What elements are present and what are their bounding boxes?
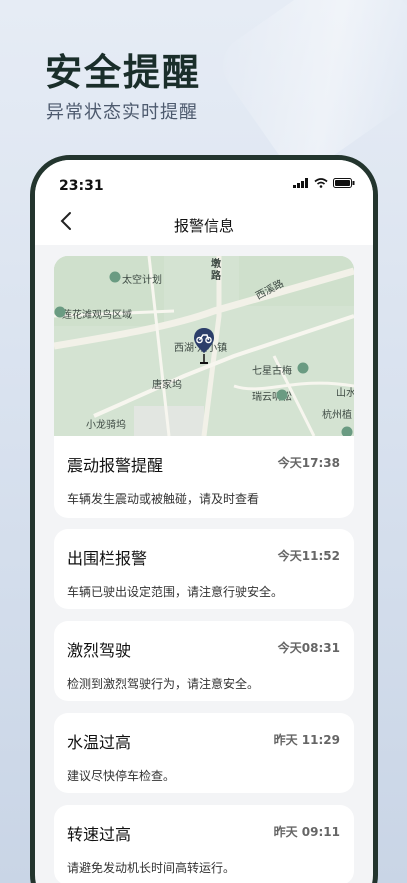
alert-description: 检测到激烈驾驶行为，请注意安全。 [67,677,260,691]
signal-icon [293,178,308,188]
alert-description: 请避免发动机长时间高转运行。 [67,861,236,875]
alert-time: 今天11:52 [277,549,340,563]
tree-poi-icon [276,389,288,401]
alert-time: 昨天 11:29 [273,733,340,747]
map-label-poi: 杭州植 [322,410,352,421]
hero-subtitle: 异常状态实时提醒 [46,102,198,123]
alert-card[interactable]: 出围栏报警 今天11:52 车辆已驶出设定范围，请注意行驶安全。 [54,529,354,609]
alert-time: 今天08:31 [277,641,340,655]
map-label-road: 墩 路 [211,259,221,282]
map-label-poi: 莲花滩观鸟区域 [62,310,132,321]
status-bar: 23:31 [35,160,373,200]
alert-description: 车辆发生震动或被触碰，请及时查看 [67,492,260,506]
alert-card[interactable]: 激烈驾驶 今天08:31 检测到激烈驾驶行为，请注意安全。 [54,621,354,701]
hero-title: 安全提醒 [45,51,201,94]
status-time: 23:31 [59,178,104,194]
page-title: 报警信息 [173,217,234,235]
alert-time: 昨天 09:11 [273,825,340,839]
status-icons [293,178,355,188]
phone-frame: 23:31 报警信息 墩 路 太空计划 莲花滩观鸟区域 西溪路 七星古梅 唐家坞… [30,155,378,883]
location-map[interactable]: 墩 路 太空计划 莲花滩观鸟区域 西溪路 西湖·双小镇 七星古梅 唐家坞 瑞云听… [54,256,354,436]
vehicle-location-pin-icon[interactable] [193,327,215,367]
map-label-poi: 唐家坞 [152,380,182,391]
alert-card[interactable]: 转速过高 昨天 09:11 请避免发动机长时间高转运行。 [54,805,354,883]
map-label-poi: 小龙骑坞 [86,420,126,431]
map-label-poi: 七星古梅 [252,366,292,377]
background-decoration [211,0,407,181]
alert-description: 车辆已驶出设定范围，请注意行驶安全。 [67,585,284,599]
nav-bar: 报警信息 [35,200,373,245]
map-label-poi: 太空计划 [122,275,162,286]
map-label-poi: 山水 [336,388,354,399]
tree-poi-icon [109,271,121,283]
wifi-icon [314,178,328,188]
tree-poi-icon [297,362,309,374]
alert-card[interactable]: 水温过高 昨天 11:29 建议尽快停车检查。 [54,713,354,793]
battery-icon [333,178,355,188]
tree-poi-icon [54,306,66,318]
tree-poi-icon [341,426,353,436]
alert-description: 建议尽快停车检查。 [67,769,176,783]
alert-card[interactable]: 震动报警提醒 今天17:38 车辆发生震动或被触碰，请及时查看 [54,436,354,518]
alert-time: 今天17:38 [277,456,340,470]
